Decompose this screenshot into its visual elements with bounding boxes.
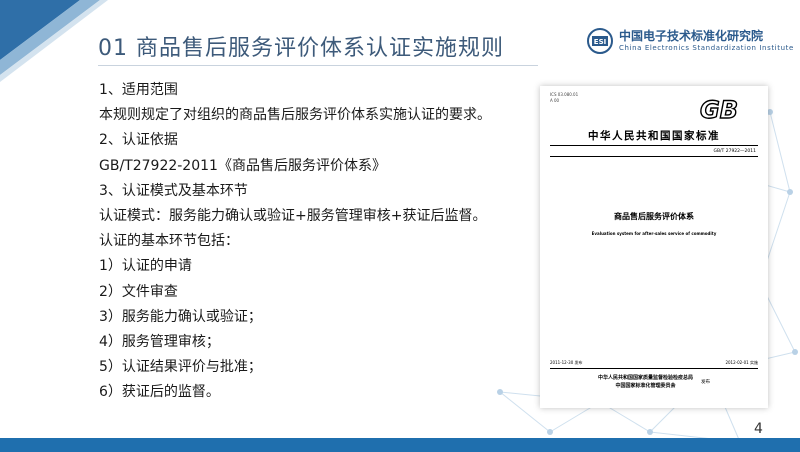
cover-issuer: 中国国家标准化管理委员会 xyxy=(615,383,676,389)
cover-title-cn: 商品售后服务评价体系 xyxy=(614,212,694,221)
list-item: 4）服务管理审核； xyxy=(99,333,220,350)
list-item: 5）认证结果评价与批准； xyxy=(99,359,262,376)
page-title: 01 商品售后服务评价体系认证实施规则 xyxy=(98,36,504,61)
text-line: GB/T27922-2011《商品售后服务评价体系》 xyxy=(99,157,386,174)
cover-rule xyxy=(550,156,758,157)
text-line: 认证的基本环节包括： xyxy=(99,233,239,250)
rules-content: 1、适用范围 本规则规定了对组织的商品售后服务评价体系实施认证的要求。 2、认证… xyxy=(99,78,529,405)
standard-cover-image: ICS 03.080.01 A 00 GB 中华人民共和国国家标准 GB/T 2… xyxy=(540,86,768,408)
list-item: 3）服务能力确认或验证； xyxy=(99,308,262,325)
cover-issue-date: 2011-12-30 发布 xyxy=(550,360,583,365)
corner-decoration xyxy=(0,0,108,82)
logo-mark-text: ESI xyxy=(594,38,606,46)
list-item: 2）文件审查 xyxy=(99,283,178,300)
section-heading-scope: 1、适用范围 xyxy=(99,82,178,98)
section-heading-mode: 3、认证模式及基本环节 xyxy=(99,182,248,199)
text-line: 认证模式：服务能力确认或验证+服务管理审核+获证后监督。 xyxy=(99,207,487,224)
gb-logo-icon: GB xyxy=(699,96,738,122)
list-item: 6）获证后的监督。 xyxy=(99,384,220,401)
cover-standard-name: 中华人民共和国国家标准 xyxy=(588,130,720,142)
bottom-bar xyxy=(0,438,800,452)
cover-publish-label: 发布 xyxy=(701,380,710,385)
cover-title-en: Evaluation system for after-sales servic… xyxy=(591,231,717,236)
cover-standard-number: GB/T 27922—2011 xyxy=(713,149,756,154)
cover-classification: ICS 03.080.01 A 00 xyxy=(550,92,578,104)
cover-dates: 2011-12-30 发布 2012-02-01 实施 xyxy=(550,360,758,366)
logo-chinese-name: 中国电子技术标准化研究院 xyxy=(619,29,764,43)
cover-ccs: A 00 xyxy=(550,98,560,103)
page-number: 4 xyxy=(754,421,763,437)
cover-rule xyxy=(550,368,758,369)
cover-rule xyxy=(550,145,758,146)
section-heading-basis: 2、认证依据 xyxy=(99,132,178,149)
cover-issuer: 中华人民共和国国家质量监督检验检疫总局 xyxy=(597,375,693,381)
institute-logo: ESI 中国电子技术标准化研究院 China Electronics Stand… xyxy=(587,28,794,54)
cover-issuers: 中华人民共和国国家质量监督检验检疫总局 中国国家标准化管理委员会 发布 xyxy=(540,374,768,390)
list-item: 1）认证的申请 xyxy=(99,258,192,275)
gb-logo-text: GB xyxy=(700,96,738,122)
cover-effective-date: 2012-02-01 实施 xyxy=(725,360,758,365)
text-line: 本规则规定了对组织的商品售后服务评价体系实施认证的要求。 xyxy=(99,107,491,124)
esi-logo-icon: ESI xyxy=(587,28,613,54)
